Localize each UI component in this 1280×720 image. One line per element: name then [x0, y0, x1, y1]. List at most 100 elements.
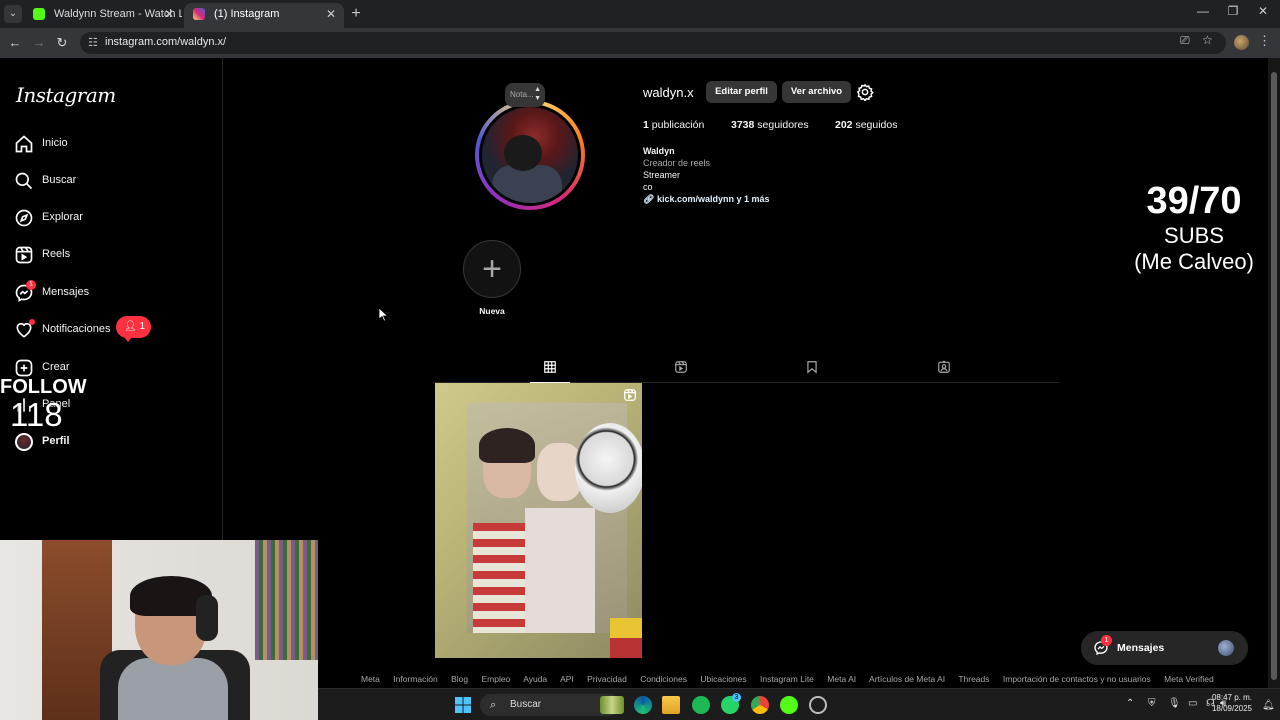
sidebar-item-label: Buscar: [42, 174, 77, 186]
footer-link[interactable]: Threads: [958, 674, 989, 684]
footer-link[interactable]: Meta Verified: [1164, 674, 1214, 684]
bio-link-text: kick.com/waldynn y 1 más: [656, 194, 770, 204]
sidebar-item-explorar[interactable]: Explorar: [14, 206, 204, 230]
avatar-head-shape: [504, 135, 542, 171]
tray-chevron-icon[interactable]: ⌃: [1126, 698, 1134, 709]
edit-profile-button[interactable]: Editar perfil: [706, 81, 777, 103]
taskbar-search[interactable]: ⌕ Buscar: [480, 694, 620, 716]
search-icon: [15, 172, 33, 190]
footer-link[interactable]: Ubicaciones: [700, 674, 746, 684]
settings-app-icon[interactable]: [809, 696, 827, 714]
reload-icon[interactable]: ↻: [53, 34, 71, 52]
footer-link[interactable]: Privacidad: [587, 674, 627, 684]
footer-link[interactable]: Información: [393, 674, 437, 684]
sidebar-item-reels[interactable]: Reels: [14, 243, 204, 267]
notification-popup[interactable]: 👤︎ 1: [116, 316, 151, 342]
browser-profile-avatar[interactable]: [1234, 35, 1249, 50]
footer-link[interactable]: Meta AI: [827, 674, 856, 684]
post-thumbnail[interactable]: [435, 383, 642, 658]
post-photo-shape: [473, 523, 533, 633]
post-photo-ball: [575, 423, 642, 513]
bookmark-icon: [807, 361, 817, 374]
browser-menu-icon[interactable]: ⋮: [1258, 33, 1271, 49]
tab-saved[interactable]: [792, 357, 832, 383]
tab-search-button[interactable]: ⌄: [4, 5, 22, 23]
footer-link[interactable]: Condiciones: [640, 674, 687, 684]
bio-link[interactable]: 🔗︎ kick.com/waldynn y 1 más: [643, 194, 770, 205]
gear-icon[interactable]: [856, 83, 874, 101]
avatar-icon: [15, 433, 33, 451]
notification-bell-icon[interactable]: 🔔︎: [1262, 700, 1275, 711]
install-app-icon[interactable]: ⎚: [1180, 33, 1190, 48]
footer-link[interactable]: Importación de contactos y no usuarios: [1003, 674, 1151, 684]
posts-stat: 1 publicación: [643, 119, 704, 131]
sidebar-item-buscar[interactable]: Buscar: [14, 169, 204, 193]
note-bubble[interactable]: Nota... ▲ ▼: [505, 83, 545, 107]
footer-links: Meta Información Blog Empleo Ayuda API P…: [361, 674, 1214, 684]
footer-link[interactable]: Ayuda: [523, 674, 547, 684]
footer-link[interactable]: Instagram Lite: [760, 674, 814, 684]
footer-link[interactable]: API: [560, 674, 574, 684]
footer-link[interactable]: Artículos de Meta AI: [869, 674, 945, 684]
clock-date: 18/09/2025: [1211, 704, 1252, 713]
bio-text-line: co: [643, 182, 653, 192]
webcam-shirt-shape: [118, 658, 228, 720]
back-icon[interactable]: ←: [6, 34, 24, 52]
tab-tagged[interactable]: [924, 357, 964, 383]
omnibox[interactable]: ☷ instagram.com/waldyn.x/: [80, 32, 1226, 54]
spotify-icon[interactable]: [692, 696, 710, 714]
screen: ⌄ Waldynn Stream - Watch Live o ✕ (1) In…: [0, 0, 1280, 720]
new-highlight-button[interactable]: +: [463, 240, 521, 298]
bookmark-star-icon[interactable]: ☆: [1202, 33, 1213, 47]
kick-app-icon[interactable]: [780, 696, 798, 714]
view-archive-button[interactable]: Ver archivo: [782, 81, 851, 103]
close-tab-icon[interactable]: ✕: [164, 3, 174, 25]
mouse-cursor-icon: [379, 308, 389, 322]
sidebar-item-inicio[interactable]: Inicio: [14, 132, 204, 156]
footer-link[interactable]: Blog: [451, 674, 468, 684]
tab-posts[interactable]: [530, 357, 570, 383]
footer-link[interactable]: Empleo: [481, 674, 510, 684]
windows-start-icon[interactable]: [454, 696, 472, 714]
restore-icon[interactable]: ❐: [1218, 4, 1248, 18]
forward-icon[interactable]: →: [30, 34, 48, 52]
following-label: seguidos: [855, 119, 898, 131]
sidebar-item-label: Explorar: [42, 211, 83, 223]
bamboo-widget-icon[interactable]: [600, 696, 624, 714]
microphone-icon[interactable]: 🎙︎: [1168, 698, 1181, 709]
minimize-icon[interactable]: —: [1188, 4, 1218, 18]
sidebar-item-label: Perfil: [42, 435, 70, 447]
notification-dot: [29, 319, 35, 325]
sidebar-item-label: Notificaciones: [42, 323, 111, 335]
followers-count: 3738: [731, 119, 755, 131]
url-text[interactable]: instagram.com/waldyn.x/: [105, 36, 226, 48]
chrome-icon[interactable]: [751, 696, 769, 714]
scrollbar-thumb[interactable]: [1271, 72, 1277, 680]
sidebar-item-mensajes[interactable]: 1 Mensajes: [14, 280, 204, 305]
tab-instagram[interactable]: (1) Instagram ✕: [184, 3, 344, 28]
close-tab-icon[interactable]: ✕: [326, 3, 336, 25]
instagram-logo[interactable]: Instagram: [16, 83, 116, 107]
edge-icon[interactable]: [634, 696, 652, 714]
user-icon: 👤︎: [124, 321, 137, 332]
close-window-icon[interactable]: ✕: [1248, 4, 1278, 18]
tray-shield-icon[interactable]: ⛨: [1148, 698, 1156, 709]
page-scrollbar[interactable]: [1268, 58, 1280, 688]
messages-drawer-button[interactable]: 1 Mensajes: [1081, 631, 1248, 665]
clock-time: 08:47 p. m.: [1211, 693, 1252, 702]
footer-link[interactable]: Meta: [361, 674, 380, 684]
reels-icon: [675, 361, 687, 373]
subs-label: SUBS: [1164, 223, 1224, 248]
profile-avatar[interactable]: [479, 104, 581, 206]
file-explorer-icon[interactable]: [662, 696, 680, 714]
stream-follow-count: 118: [10, 396, 63, 433]
sidebar-item-notificaciones[interactable]: Notificaciones: [14, 318, 204, 342]
new-tab-icon[interactable]: +: [346, 4, 366, 24]
following-stat[interactable]: 202 seguidos: [835, 119, 897, 131]
followers-stat[interactable]: 3738 seguidores: [731, 119, 809, 131]
note-placeholder: Nota...: [510, 90, 534, 99]
site-info-icon[interactable]: ☷: [88, 36, 98, 49]
taskbar-clock[interactable]: 08:47 p. m. 18/09/2025: [1196, 692, 1252, 714]
tab-reels[interactable]: [661, 357, 701, 383]
tab-kick-stream[interactable]: Waldynn Stream - Watch Live o ✕: [24, 3, 182, 28]
